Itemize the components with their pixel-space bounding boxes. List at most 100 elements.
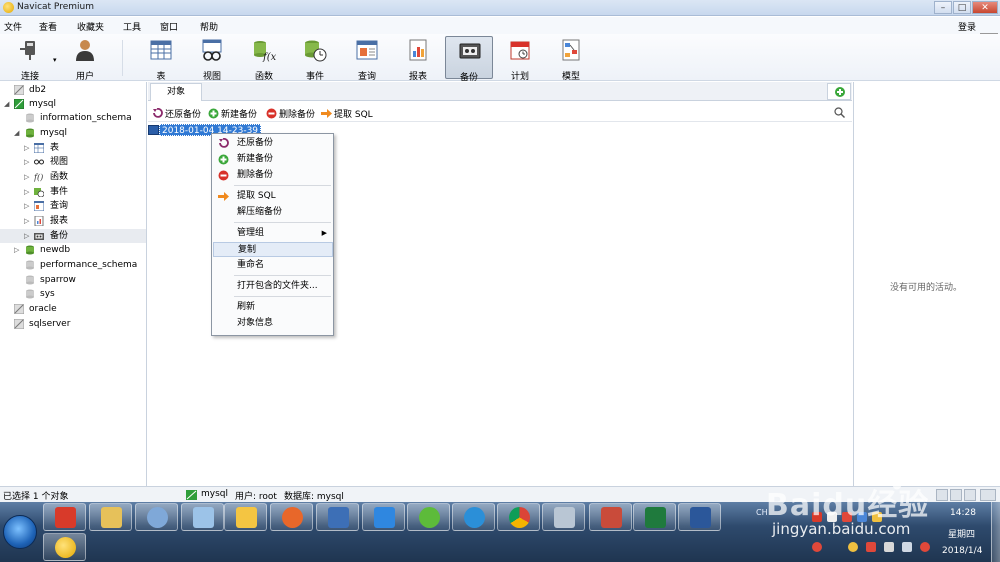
tray-app-icon[interactable] — [866, 542, 876, 552]
toolbar-connect-button[interactable]: 连接 — [8, 36, 52, 82]
taskbar-app-explorer[interactable] — [89, 503, 132, 531]
tray-app-icon[interactable] — [920, 542, 930, 552]
menu-help[interactable]: 帮助 — [200, 20, 218, 33]
tray-app-icon[interactable] — [884, 542, 894, 552]
tray-app-icon[interactable] — [827, 512, 837, 522]
menu-item-rename[interactable]: 重命名 — [213, 258, 333, 273]
menu-window[interactable]: 窗口 — [160, 20, 178, 33]
tree-item-views[interactable]: ▷ 视图 — [0, 155, 146, 169]
tree-item-information-schema[interactable]: information_schema — [0, 111, 146, 125]
menu-item-refresh[interactable]: 刷新 — [213, 300, 333, 315]
settings-wrench-button[interactable] — [964, 489, 976, 501]
menu-file[interactable]: 文件 — [4, 20, 22, 33]
menu-item-manage-group[interactable]: 管理组 ▶ — [213, 226, 333, 241]
search-icon[interactable] — [834, 107, 845, 118]
clock-weekday[interactable]: 星期四 — [948, 527, 975, 540]
tree-item-performance-schema[interactable]: performance_schema — [0, 258, 146, 272]
restore-backup-button[interactable]: 还原备份 — [152, 107, 201, 120]
tree-item-events[interactable]: ▷ 事件 — [0, 185, 146, 199]
tray-app-icon[interactable] — [857, 512, 867, 522]
grid-view-button[interactable] — [936, 489, 948, 501]
collapsed-arrow-icon[interactable]: ▷ — [24, 170, 29, 184]
network-icon[interactable] — [902, 542, 912, 552]
taskbar-app-navicat[interactable] — [589, 503, 632, 531]
collapsed-arrow-icon[interactable]: ▷ — [24, 229, 29, 243]
tree-item-functions[interactable]: ▷ f() 函数 — [0, 170, 146, 184]
menu-item-new-backup[interactable]: 新建备份 — [213, 152, 333, 167]
tree-item-mysql-connection[interactable]: ◢ mysql — [0, 97, 146, 111]
tree-item-mysql-database[interactable]: ◢ mysql — [0, 126, 146, 140]
taskbar-app-calculator[interactable] — [542, 503, 585, 531]
menu-favorites[interactable]: 收藏夹 — [77, 20, 104, 33]
detail-view-button[interactable] — [950, 489, 962, 501]
taskbar-app-word[interactable] — [678, 503, 721, 531]
taskbar-app-search[interactable] — [224, 503, 267, 531]
taskbar-app-docs[interactable] — [362, 503, 405, 531]
menu-tools[interactable]: 工具 — [123, 20, 141, 33]
maximize-button[interactable]: □ — [953, 1, 971, 14]
menu-item-restore-backup[interactable]: 还原备份 — [213, 136, 333, 151]
new-query-button[interactable] — [827, 83, 851, 100]
toolbar-function-button[interactable]: f(x) 函数 — [242, 36, 286, 82]
taskbar-app-notes[interactable] — [181, 503, 224, 531]
toolbar-event-button[interactable]: 事件 — [293, 36, 337, 82]
tray-app-icon[interactable] — [842, 512, 852, 522]
toolbar-model-button[interactable]: 模型 — [549, 36, 593, 82]
tree-item-queries[interactable]: ▷ 查询 — [0, 199, 146, 213]
taskbar-app-firefox[interactable] — [270, 503, 313, 531]
chevron-down-icon[interactable]: ▾ — [53, 56, 57, 64]
taskbar-app-antivirus[interactable] — [43, 503, 86, 531]
tree-item-db2[interactable]: db2 — [0, 83, 146, 97]
tray-app-icon[interactable] — [872, 512, 882, 522]
toolbar-table-button[interactable]: 表 — [139, 36, 183, 82]
menu-item-object-info[interactable]: 对象信息 — [213, 316, 333, 331]
clock-date[interactable]: 2018/1/4 — [942, 546, 982, 556]
tree-item-sparrow[interactable]: sparrow — [0, 273, 146, 287]
taskbar-app-meeting[interactable] — [316, 503, 359, 531]
tree-item-backups[interactable]: ▷ 备份 — [0, 229, 146, 243]
input-language[interactable]: CH — [756, 508, 768, 517]
tree-item-reports[interactable]: ▷ 报表 — [0, 214, 146, 228]
collapsed-arrow-icon[interactable]: ▷ — [14, 243, 19, 257]
taskbar-app-navicat-premium[interactable] — [43, 533, 86, 561]
tab-objects[interactable]: 对象 — [150, 83, 202, 101]
tree-item-tables[interactable]: ▷ 表 — [0, 141, 146, 155]
toggle-panel-button[interactable] — [980, 489, 996, 501]
expanded-arrow-icon[interactable]: ◢ — [14, 126, 19, 140]
taskbar-app-excel[interactable] — [633, 503, 676, 531]
collapsed-arrow-icon[interactable]: ▷ — [24, 141, 29, 155]
expanded-arrow-icon[interactable]: ◢ — [4, 97, 9, 111]
minimize-button[interactable]: – — [934, 1, 952, 14]
tray-app-icon[interactable] — [812, 542, 822, 552]
login-link[interactable]: 登录 — [958, 20, 976, 33]
extract-sql-button[interactable]: 提取 SQL — [321, 107, 373, 120]
toolbar-schedule-button[interactable]: 计划 — [498, 36, 542, 82]
tray-app-icon[interactable] — [812, 512, 822, 522]
menu-item-decompress-backup[interactable]: 解压缩备份 — [213, 205, 333, 220]
menu-item-delete-backup[interactable]: 删除备份 — [213, 168, 333, 183]
taskbar-app-ie[interactable] — [452, 503, 495, 531]
menu-item-copy[interactable]: 复制 — [213, 242, 333, 257]
taskbar-app-browser[interactable] — [407, 503, 450, 531]
collapsed-arrow-icon[interactable]: ▷ — [24, 214, 29, 228]
windows-start-button[interactable] — [3, 515, 37, 549]
collapsed-arrow-icon[interactable]: ▷ — [24, 155, 29, 169]
menu-item-extract-sql[interactable]: 提取 SQL — [213, 189, 333, 204]
tree-item-sys[interactable]: sys — [0, 287, 146, 301]
toolbar-backup-button[interactable]: 备份 — [445, 36, 493, 83]
delete-backup-button[interactable]: 删除备份 — [266, 107, 315, 120]
taskbar-app-paint[interactable] — [135, 503, 178, 531]
collapsed-arrow-icon[interactable]: ▷ — [24, 185, 29, 199]
toolbar-view-button[interactable]: 视图 — [190, 36, 234, 82]
toolbar-query-button[interactable]: 查询 — [345, 36, 389, 82]
toolbar-user-button[interactable]: 用户 — [63, 36, 107, 82]
new-backup-button[interactable]: 新建备份 — [208, 107, 257, 120]
toolbar-report-button[interactable]: 报表 — [396, 36, 440, 82]
close-button[interactable]: ✕ — [972, 1, 998, 14]
taskbar-app-chrome[interactable] — [497, 503, 540, 531]
menu-view[interactable]: 查看 — [39, 20, 57, 33]
tree-item-oracle[interactable]: oracle — [0, 302, 146, 316]
tray-app-icon[interactable] — [848, 542, 858, 552]
menu-item-open-containing-folder[interactable]: 打开包含的文件夹... — [213, 279, 333, 294]
collapsed-arrow-icon[interactable]: ▷ — [24, 199, 29, 213]
